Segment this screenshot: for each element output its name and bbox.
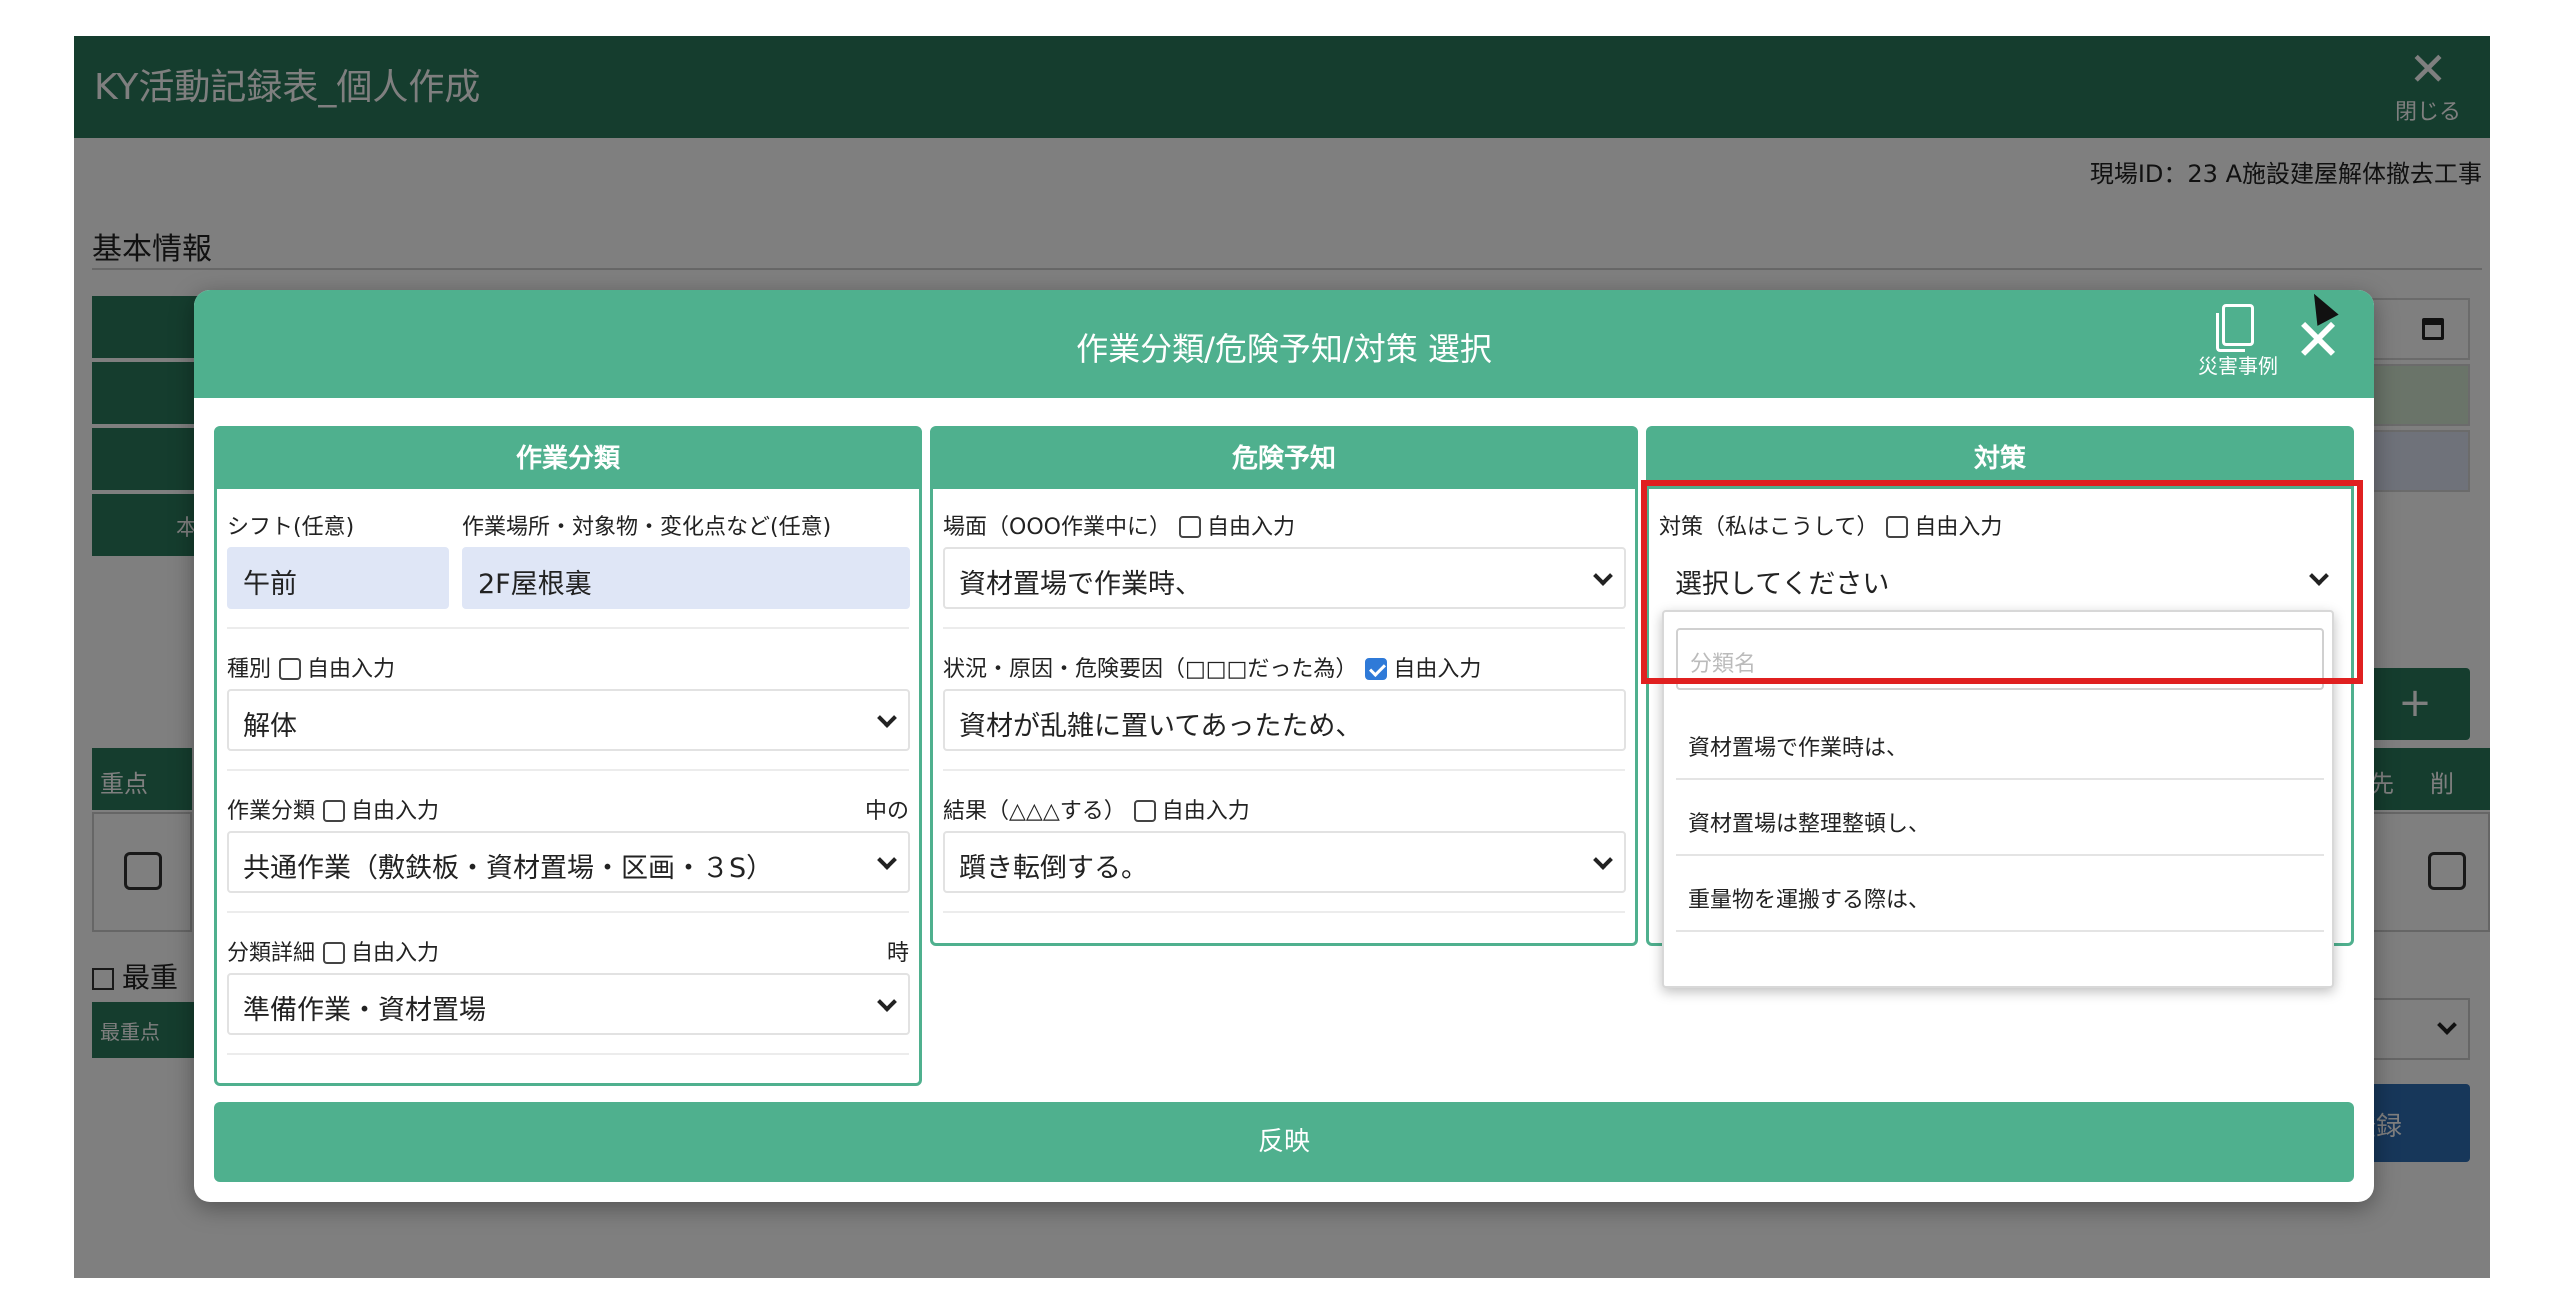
divider	[227, 627, 909, 629]
shift-input[interactable]: 午前	[227, 547, 449, 609]
detail-free-checkbox[interactable]	[323, 942, 346, 964]
cause-label: 状況・原因・危険要因（□□□だった為）	[943, 657, 1358, 682]
cause-label-row: 状況・原因・危険要因（□□□だった為） 自由入力	[943, 651, 1481, 683]
class-label-row: 作業分類 自由入力	[227, 793, 439, 825]
result-free-checkbox[interactable]	[1133, 800, 1156, 822]
divider	[943, 627, 1625, 629]
divider	[227, 769, 909, 771]
highlight-frame	[1641, 480, 2363, 684]
modal-title: 作業分類/危険予知/対策 選択	[1076, 330, 1492, 368]
shift-label: シフト(任意)	[227, 515, 355, 540]
detail-label: 分類詳細	[227, 941, 316, 966]
detail-free-label: 自由入力	[351, 941, 440, 966]
class-hint: 中の	[864, 799, 909, 824]
class-free-checkbox[interactable]	[323, 800, 346, 822]
detail-select[interactable]: 準備作業・資材置場	[227, 973, 910, 1035]
modal-header: 作業分類/危険予知/対策 選択 災害事例 ✕	[194, 290, 2374, 398]
result-free-label: 自由入力	[1161, 799, 1250, 824]
place-label: 作業場所・対象物・変化点など(任意)	[462, 515, 832, 540]
reflect-button[interactable]: 反映	[214, 1102, 2354, 1182]
cause-free-label: 自由入力	[1393, 657, 1482, 682]
chevron-down-icon	[877, 850, 897, 870]
type-free-label: 自由入力	[307, 657, 396, 682]
divider	[943, 769, 1625, 771]
disaster-cases-label: 災害事例	[2198, 354, 2278, 378]
dropdown-option[interactable]: 資材置場で作業時は、	[1676, 706, 2324, 780]
type-free-checkbox[interactable]	[279, 658, 302, 680]
type-label: 種別	[227, 657, 272, 682]
chevron-down-icon	[1593, 566, 1613, 586]
class-select[interactable]: 共通作業（敷鉄板・資材置場・区画・３S）	[227, 831, 910, 893]
detail-hint: 時	[886, 941, 909, 966]
detail-value: 準備作業・資材置場	[243, 995, 486, 1026]
panel-hazard-header: 危険予知	[933, 429, 1635, 489]
scene-label-row: 場面（OOO作業中に） 自由入力	[943, 509, 1295, 541]
chevron-down-icon	[1593, 850, 1613, 870]
scene-value: 資材置場で作業時、	[959, 569, 1202, 600]
class-label: 作業分類	[227, 799, 316, 824]
result-value: 躓き転倒する。	[959, 853, 1148, 884]
selection-modal: 作業分類/危険予知/対策 選択 災害事例 ✕ 作業分類 シフト(任意) 作業場所…	[194, 290, 2374, 1202]
scene-free-label: 自由入力	[1206, 515, 1295, 540]
detail-label-row: 分類詳細 自由入力	[227, 935, 439, 967]
place-input[interactable]: 2F屋根裏	[462, 547, 910, 609]
result-label-row: 結果（△△△する） 自由入力	[943, 793, 1250, 825]
scene-select[interactable]: 資材置場で作業時、	[943, 547, 1626, 609]
divider	[227, 1053, 909, 1055]
cause-free-checkbox[interactable]	[1365, 658, 1388, 680]
disaster-cases-button[interactable]: 災害事例	[2188, 304, 2288, 390]
class-value: 共通作業（敷鉄板・資材置場・区画・３S）	[243, 853, 774, 884]
chevron-down-icon	[877, 708, 897, 728]
panel-work-header: 作業分類	[217, 429, 919, 489]
panel-hazard-prediction: 危険予知 場面（OOO作業中に） 自由入力 資材置場で作業時、 状況・原因・危険要…	[930, 426, 1638, 946]
type-label-row: 種別 自由入力	[227, 651, 395, 683]
panel-work-classification: 作業分類 シフト(任意) 作業場所・対象物・変化点など(任意) 午前 2F屋根裏…	[214, 426, 922, 1086]
scene-label: 場面（OOO作業中に）	[943, 515, 1171, 540]
result-label: 結果（△△△する）	[943, 799, 1126, 824]
divider	[943, 911, 1625, 913]
chevron-down-icon	[877, 992, 897, 1012]
cause-input[interactable]: 資材が乱雑に置いてあったため、	[943, 689, 1626, 751]
document-icon	[2216, 304, 2254, 352]
result-select[interactable]: 躓き転倒する。	[943, 831, 1626, 893]
type-select[interactable]: 解体	[227, 689, 910, 751]
class-free-label: 自由入力	[351, 799, 440, 824]
divider	[227, 911, 909, 913]
dropdown-option[interactable]: 重量物を運搬する際は、	[1676, 858, 2324, 932]
dropdown-option[interactable]: 資材置場は整理整頓し、	[1676, 782, 2324, 856]
type-value: 解体	[243, 711, 297, 742]
scene-free-checkbox[interactable]	[1178, 516, 1201, 538]
